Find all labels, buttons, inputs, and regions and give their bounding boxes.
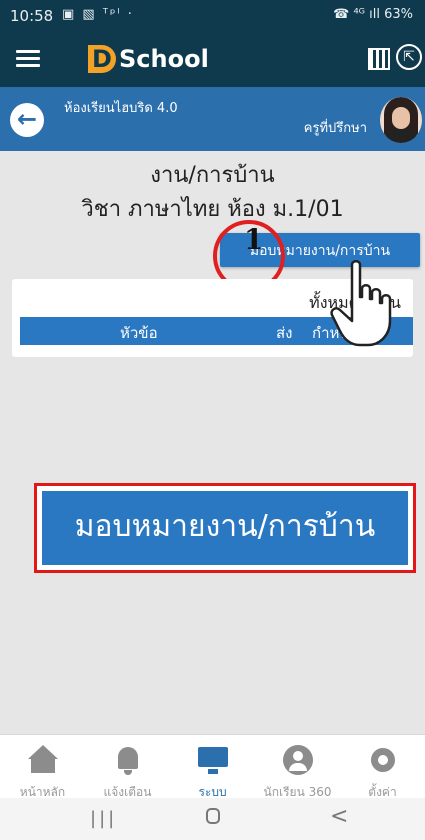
recent-apps-icon[interactable]: ||| (90, 808, 117, 829)
page-title: งาน/การบ้าน (150, 163, 275, 188)
notification-icons: ▣ ▧ ᵀᵖˡ · (62, 7, 134, 22)
gear-icon (368, 745, 398, 775)
logo-text: School (119, 45, 209, 73)
step-number: 1 (244, 223, 264, 256)
hand-pointer-icon (330, 260, 392, 347)
nav-system[interactable]: ระบบ (170, 735, 255, 799)
logo-mark: D (88, 45, 116, 73)
nav-student-360[interactable]: นักเรียน 360 (255, 735, 340, 799)
app-header: D School ⇱ (0, 32, 425, 87)
column-topic: หัวข้อ (120, 324, 158, 342)
monitor-icon (198, 745, 228, 775)
advisor-label: ครูที่ปรึกษา (303, 121, 367, 136)
screen: 10:58 ▣ ▧ ᵀᵖˡ · ☎ ⁴ᴳ ıll 63% D School ⇱ … (0, 0, 425, 840)
bottom-nav: หน้าหลัก แจ้งเตือน ระบบ นักเรียน 360 ตั้… (0, 734, 425, 799)
assign-homework-callout[interactable]: มอบหมายงาน/การบ้าน (34, 483, 416, 573)
qr-code-icon[interactable] (368, 48, 390, 70)
status-bar: 10:58 ▣ ▧ ᵀᵖˡ · ☎ ⁴ᴳ ıll 63% (0, 0, 425, 32)
back-button[interactable]: ← (10, 103, 44, 137)
callout-button-label: มอบหมายงาน/การบ้าน (42, 491, 408, 565)
home-icon (28, 745, 58, 775)
system-navigation-bar: ||| < (0, 798, 425, 840)
status-time: 10:58 (10, 7, 54, 25)
dschool-logo: D School (88, 44, 209, 74)
status-indicators: ☎ ⁴ᴳ ıll 63% (333, 7, 413, 22)
avatar[interactable] (380, 97, 422, 143)
class-name: ห้องเรียนไฮบริด 4.0 (64, 101, 178, 116)
hamburger-menu-icon[interactable] (16, 50, 40, 68)
back-icon[interactable]: < (330, 804, 348, 829)
nav-home[interactable]: หน้าหลัก (0, 735, 85, 799)
user-circle-icon (283, 745, 313, 775)
class-header: ← ห้องเรียนไฮบริด 4.0 ครูที่ปรึกษา (0, 87, 425, 151)
column-sent: ส่ง (276, 324, 293, 342)
home-button-icon[interactable] (206, 808, 220, 824)
share-icon[interactable]: ⇱ (396, 44, 422, 70)
bell-icon (113, 745, 143, 775)
nav-notifications[interactable]: แจ้งเตือน (85, 735, 170, 799)
homework-content: งาน/การบ้าน วิชา ภาษาไทย ห้อง ม.1/01 มอบ… (0, 151, 425, 734)
nav-settings[interactable]: ตั้งค่า (340, 735, 425, 799)
subject-line: วิชา ภาษาไทย ห้อง ม.1/01 (81, 197, 344, 222)
